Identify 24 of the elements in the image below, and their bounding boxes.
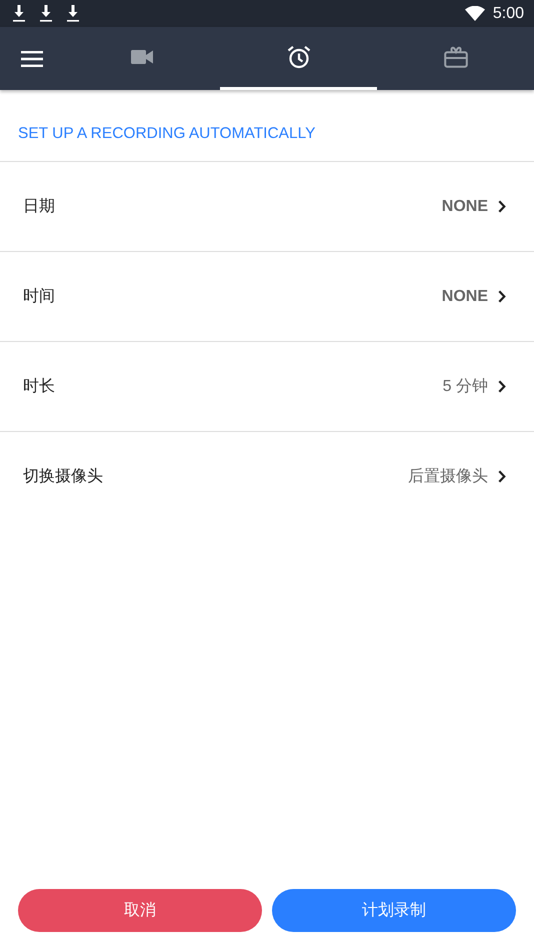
cancel-button[interactable]: 取消 [18, 889, 262, 932]
download-icon [39, 5, 53, 22]
chevron-right-icon [498, 470, 506, 483]
schedule-button[interactable]: 计划录制 [272, 889, 516, 932]
section-title: SET UP A RECORDING AUTOMATICALLY [17, 124, 316, 144]
setting-label: 日期 [23, 196, 55, 216]
setting-label: 时间 [23, 286, 55, 306]
chevron-right-icon [498, 290, 506, 303]
chevron-right-icon [498, 380, 506, 393]
setting-value: 后置摄像头 [408, 466, 488, 486]
setting-value: NONE [442, 196, 488, 216]
setting-value: NONE [442, 286, 488, 306]
download-icon [12, 5, 26, 22]
alarm-clock-icon [286, 45, 310, 69]
download-icon [66, 5, 80, 22]
gift-card-icon [444, 46, 468, 68]
menu-icon [20, 50, 42, 66]
chevron-right-icon [498, 200, 506, 213]
setting-value: 5 分钟 [442, 376, 488, 396]
setting-label: 时长 [23, 376, 55, 396]
wifi-icon [464, 6, 485, 21]
clock-time: 5:00 [492, 4, 524, 24]
video-camera-icon [130, 50, 152, 64]
setting-label: 切换摄像头 [23, 466, 103, 486]
